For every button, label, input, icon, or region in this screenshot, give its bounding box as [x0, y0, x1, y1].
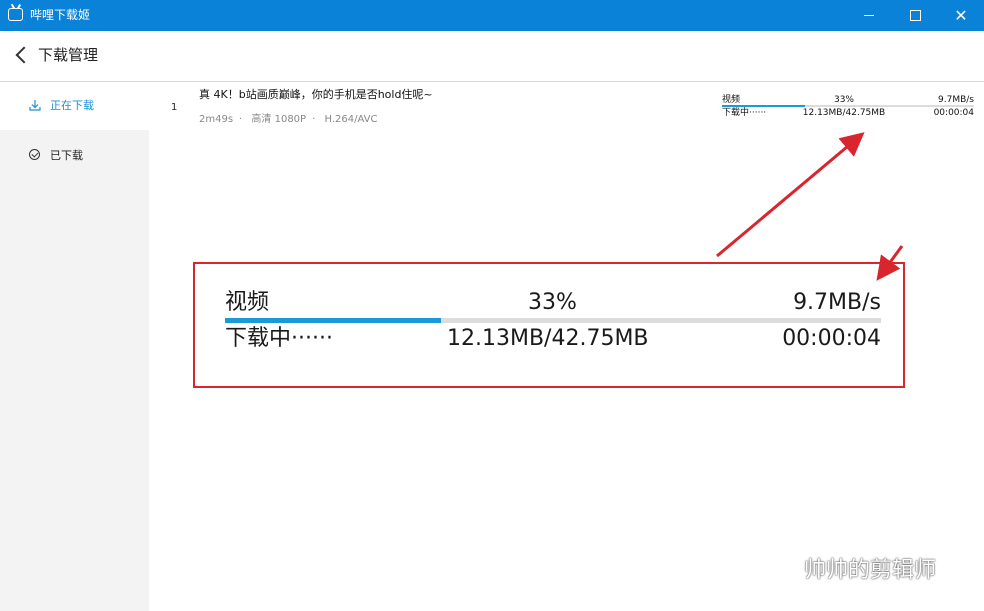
- maximize-icon: [909, 10, 921, 21]
- page-title: 下载管理: [38, 46, 99, 64]
- meta-separator: ·: [239, 114, 243, 125]
- size-text: 12.13MB/42.75MB: [802, 108, 886, 118]
- remaining-time: 00:00:04: [933, 108, 974, 118]
- close-button[interactable]: ✕: [938, 0, 984, 31]
- check-circle-icon: [29, 149, 40, 160]
- quality: 高清 1080P: [251, 114, 307, 125]
- sidebar: 正在下载 已下载: [0, 82, 149, 611]
- minimize-button[interactable]: [846, 0, 892, 31]
- download-icon: [29, 100, 41, 111]
- minimize-icon: [864, 15, 874, 16]
- maximize-button[interactable]: [892, 0, 938, 31]
- row-index: 1: [171, 102, 178, 113]
- window-title: 哔哩下载姬: [30, 8, 91, 22]
- zoom-speed-text: 9.7MB/s: [793, 290, 881, 315]
- sidebar-item-label: 已下载: [50, 149, 83, 162]
- sidebar-item-downloaded[interactable]: 已下载: [0, 132, 149, 180]
- page-header: 下载管理: [0, 31, 984, 82]
- video-title: 真 4K！b站画质巅峰，你的手机是否hold住呢~: [199, 88, 433, 101]
- zoom-progress-track: [225, 318, 881, 323]
- zoom-size-text: 12.13MB/42.75MB: [447, 326, 649, 351]
- zoom-callout: 视频 33% 9.7MB/s 下载中······ 12.13MB/42.75MB…: [193, 262, 905, 388]
- watermark-text: 帅帅的剪辑师: [804, 558, 937, 583]
- title-bar: 哔哩下载姬 ✕: [0, 0, 984, 31]
- zoom-percent-text: 33%: [528, 290, 577, 315]
- zoom-status-text: 下载中······: [225, 326, 333, 351]
- meta-separator: ·: [312, 114, 316, 125]
- zoom-remaining-time: 00:00:04: [782, 326, 881, 351]
- wechat-icon: [761, 556, 794, 580]
- duration: 2m49s: [199, 114, 234, 125]
- sidebar-item-label: 正在下载: [50, 99, 94, 112]
- close-icon: ✕: [954, 5, 968, 25]
- watermark: 帅帅的剪辑师: [760, 552, 936, 584]
- zoom-type-label: 视频: [225, 290, 270, 315]
- codec: H.264/AVC: [324, 114, 378, 125]
- zoom-progress-panel: 视频 33% 9.7MB/s 下载中······ 12.13MB/42.75MB…: [225, 290, 881, 354]
- arrow-to-progress: [716, 132, 865, 258]
- tv-icon: [8, 8, 23, 21]
- back-arrow-icon[interactable]: [15, 46, 33, 64]
- video-meta: 2m49s · 高清 1080P · H.264/AVC: [199, 113, 383, 127]
- progress-panel: 视频 33% 9.7MB/s 下载中······ 12.13MB/42.75MB…: [722, 94, 974, 122]
- zoom-progress-fill: [225, 318, 442, 323]
- sidebar-item-downloading[interactable]: 正在下载: [0, 82, 149, 130]
